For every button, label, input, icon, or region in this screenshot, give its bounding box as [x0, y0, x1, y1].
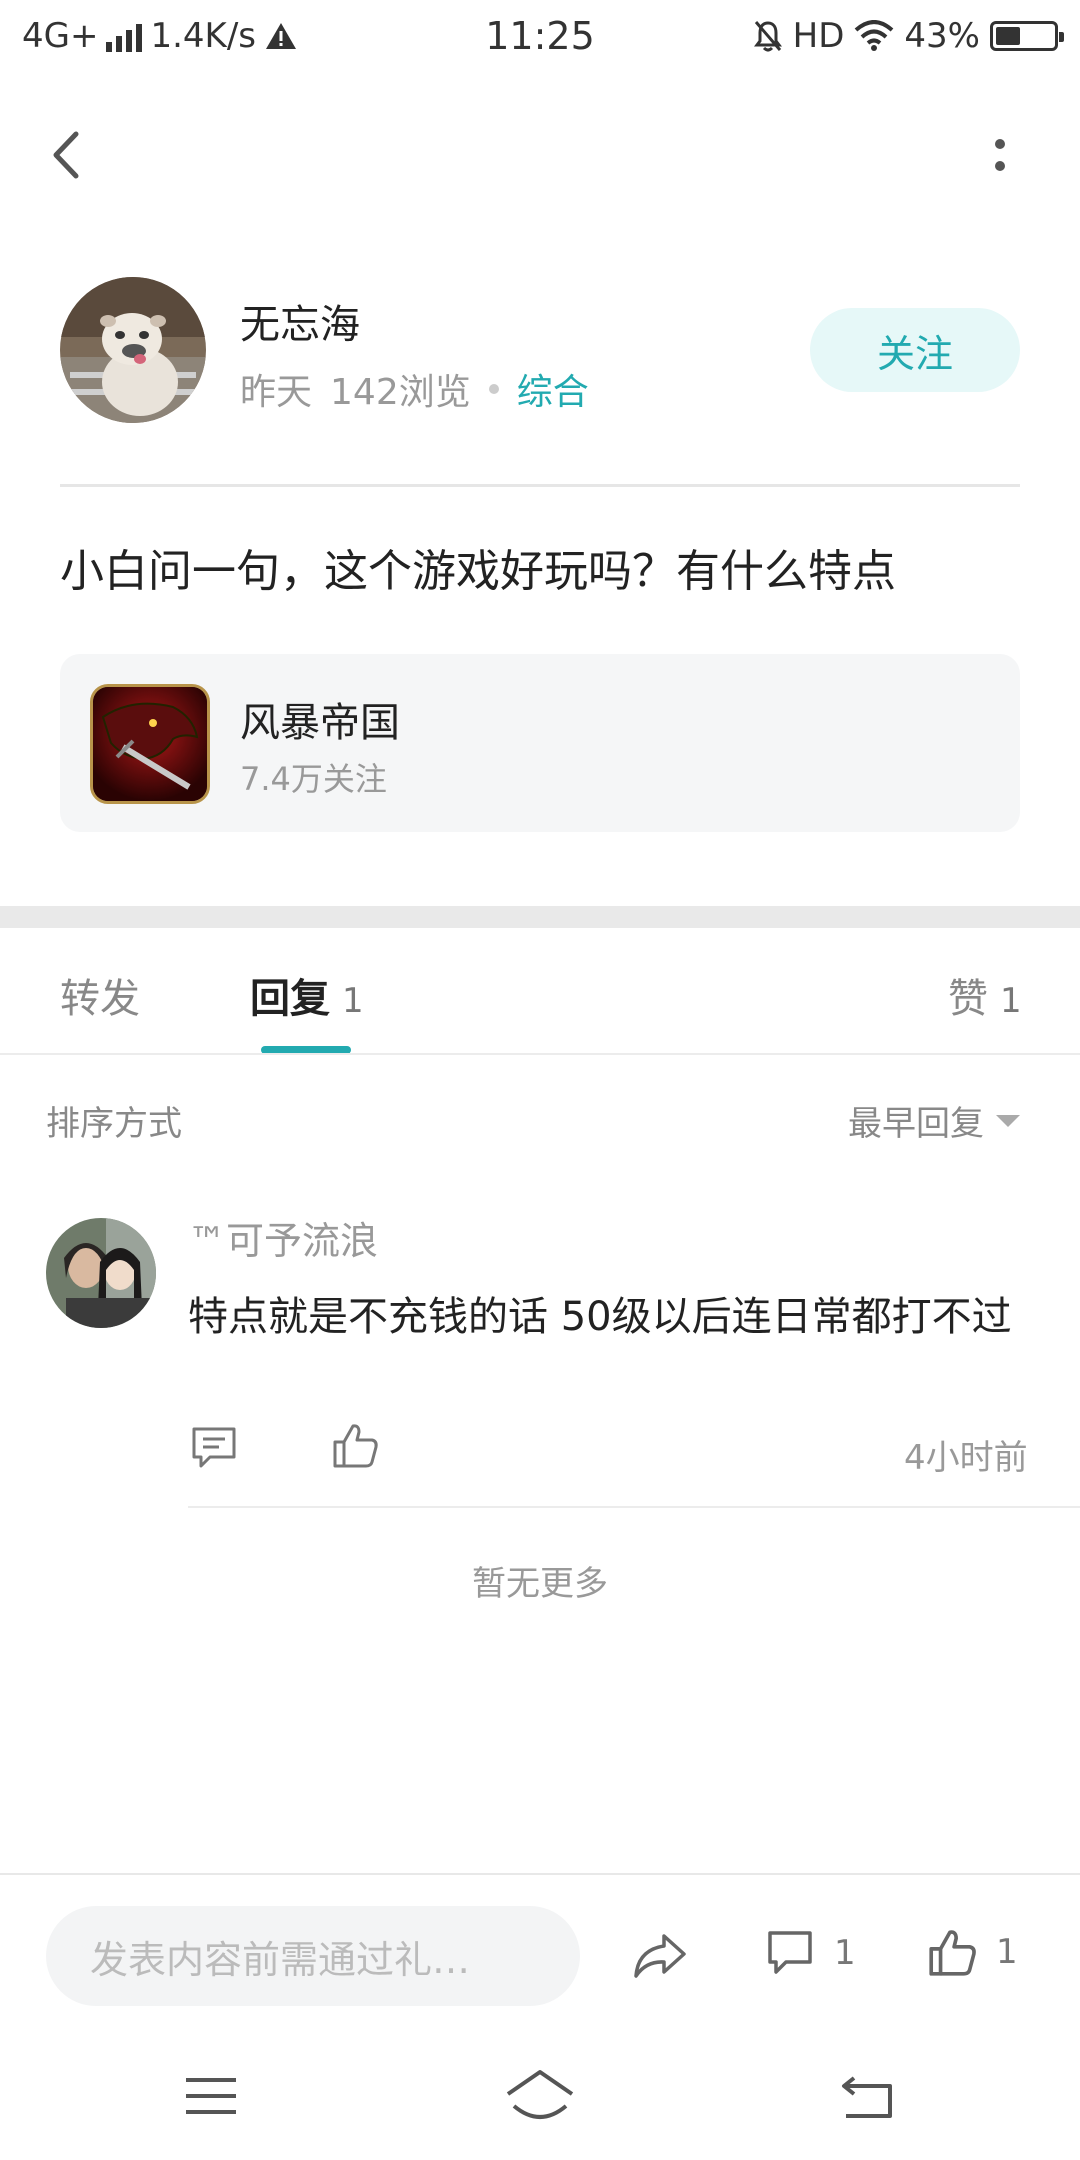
battery-icon	[990, 21, 1064, 51]
tab-label: 赞	[948, 976, 988, 1022]
game-follow-count: 7.4万关注	[240, 760, 387, 798]
system-back-button[interactable]	[840, 2072, 896, 2120]
reply-username[interactable]: ™可予流浪	[188, 1210, 378, 1265]
thumbs-up-icon	[333, 1424, 378, 1468]
separator-dot	[488, 384, 499, 394]
comments-button[interactable]: 1	[764, 1928, 856, 1978]
tab-label: 回复	[250, 976, 330, 1022]
reply-avatar-photo	[46, 1218, 156, 1328]
reply-time: 4小时前	[904, 1438, 1028, 1478]
comment-input[interactable]: 发表内容前需通过礼…	[46, 1906, 580, 2006]
like-button[interactable]: 1	[926, 1926, 1018, 1978]
home-icon	[506, 2070, 574, 2119]
caret-down-icon	[996, 1114, 1020, 1127]
divider	[0, 1053, 1080, 1055]
tab-replies[interactable]: 回复 1	[250, 966, 364, 1024]
view-count: 142浏览	[330, 372, 471, 413]
mute-bell-icon	[753, 21, 782, 52]
chevron-left-icon	[53, 131, 79, 179]
hd-indicator: HD	[792, 16, 845, 56]
comment-count: 1	[834, 1933, 856, 1973]
category-link[interactable]: 综合	[517, 363, 589, 415]
wifi-icon	[855, 20, 894, 51]
battery-fill	[996, 27, 1020, 45]
comment-bubble-icon	[768, 1931, 812, 1974]
bulldog-photo	[60, 277, 206, 423]
tab-count: 1	[1000, 981, 1022, 1021]
post-time: 昨天	[240, 372, 313, 413]
comment-input-placeholder: 发表内容前需通过礼…	[90, 1937, 471, 1982]
back-button[interactable]	[40, 120, 100, 190]
system-menu-button[interactable]	[186, 2076, 236, 2116]
game-icon	[90, 684, 210, 804]
thumbs-up-icon	[929, 1930, 976, 1976]
sort-value: 最早回复	[848, 1104, 984, 1144]
reply-like-button[interactable]	[330, 1420, 380, 1470]
author-avatar[interactable]	[60, 277, 206, 423]
tab-label: 转发	[60, 976, 140, 1022]
sort-label: 排序方式	[46, 1104, 182, 1144]
author-name[interactable]: 无忘海	[240, 292, 360, 350]
menu-icon	[186, 2078, 236, 2114]
tab-forward[interactable]: 转发	[60, 966, 140, 1024]
no-more-text: 暂无更多	[472, 1564, 608, 1604]
status-right: HD 43%	[753, 16, 1064, 56]
divider	[0, 1873, 1080, 1875]
more-options-button[interactable]	[970, 120, 1030, 190]
post-content: 小白问一句，这个游戏好玩吗？有什么特点	[60, 546, 896, 597]
post-meta: 昨天 142浏览 综合	[240, 363, 589, 415]
sort-dropdown[interactable]: 最早回复	[848, 1096, 1020, 1145]
tab-likes[interactable]: 赞 1	[948, 966, 1022, 1024]
tab-count: 1	[342, 981, 364, 1021]
system-home-button[interactable]	[504, 2068, 576, 2124]
section-separator	[0, 906, 1080, 928]
game-card[interactable]: 风暴帝国 7.4万关注	[60, 654, 1020, 832]
more-vertical-icon	[995, 139, 1005, 171]
comment-icon	[192, 1427, 236, 1468]
like-count: 1	[996, 1932, 1018, 1972]
battery-percent: 43%	[904, 16, 980, 56]
share-button[interactable]	[630, 1928, 690, 1984]
divider	[188, 1506, 1080, 1508]
share-arrow-icon	[634, 1934, 686, 1978]
return-icon	[842, 2076, 892, 2118]
divider	[60, 484, 1020, 487]
reply-content: 特点就是不充钱的话 50级以后连日常都打不过	[188, 1294, 1012, 1340]
reply-comment-button[interactable]	[188, 1424, 240, 1472]
game-name: 风暴帝国	[240, 700, 400, 746]
reply-avatar[interactable]	[46, 1218, 156, 1328]
status-bar: 4G+ 1.4K/s 11:25 HD 43%	[0, 0, 1080, 76]
follow-button[interactable]: 关注	[810, 308, 1020, 392]
